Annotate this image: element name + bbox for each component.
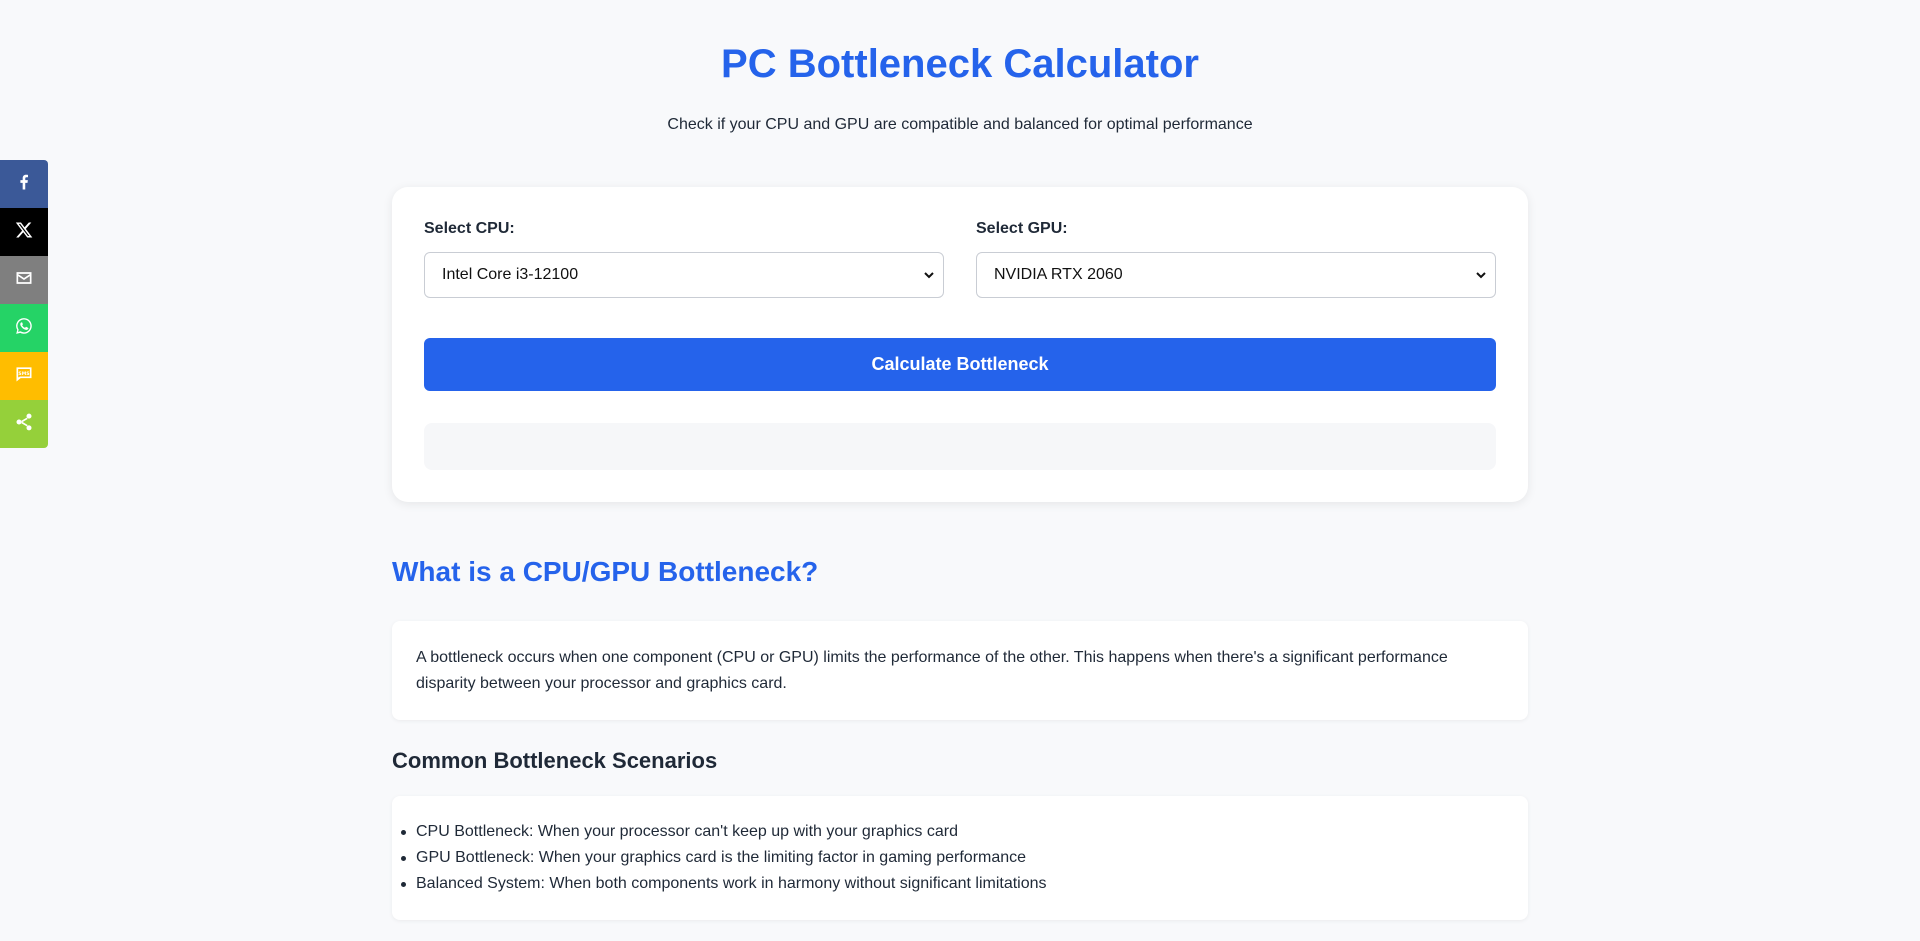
sms-share-button[interactable]: SMS bbox=[0, 352, 48, 400]
scenarios-list: CPU Bottleneck: When your processor can'… bbox=[401, 819, 1504, 897]
cpu-label: Select CPU: bbox=[424, 220, 515, 237]
email-icon bbox=[14, 268, 34, 293]
chevron-down-icon bbox=[1475, 269, 1487, 281]
email-share-button[interactable] bbox=[0, 256, 48, 304]
share-icon bbox=[14, 412, 34, 437]
list-item: Balanced System: When both components wo… bbox=[401, 871, 1504, 897]
section-heading: What is a CPU/GPU Bottleneck? bbox=[392, 556, 819, 587]
gpu-select[interactable]: NVIDIA RTX 2060 bbox=[976, 252, 1496, 298]
scenarios-card: CPU Bottleneck: When your processor can'… bbox=[392, 796, 1528, 920]
whatsapp-share-button[interactable] bbox=[0, 304, 48, 352]
gpu-select-value: NVIDIA RTX 2060 bbox=[994, 266, 1123, 283]
list-item: CPU Bottleneck: When your processor can'… bbox=[401, 819, 1504, 845]
whatsapp-icon bbox=[14, 316, 34, 341]
chevron-down-icon bbox=[923, 269, 935, 281]
cpu-field: Select CPU: Intel Core i3-12100 bbox=[424, 219, 944, 298]
share-button[interactable] bbox=[0, 400, 48, 448]
result-box bbox=[424, 423, 1496, 470]
info-card: A bottleneck occurs when one component (… bbox=[392, 621, 1528, 720]
facebook-icon bbox=[14, 172, 34, 197]
calculate-bottleneck-button[interactable]: Calculate Bottleneck bbox=[424, 338, 1496, 391]
info-text-line: A bottleneck occurs when one component (… bbox=[416, 649, 1448, 666]
sms-icon: SMS bbox=[14, 364, 34, 389]
facebook-share-button[interactable] bbox=[0, 160, 48, 208]
x-icon bbox=[14, 220, 34, 245]
cpu-select[interactable]: Intel Core i3-12100 bbox=[424, 252, 944, 298]
page-subtitle: Check if your CPU and GPU are compatible… bbox=[667, 116, 1253, 133]
page-title: PC Bottleneck Calculator bbox=[721, 42, 1199, 86]
info-text: A bottleneck occurs when one component (… bbox=[416, 645, 1504, 697]
main-container: PC Bottleneck Calculator Check if your C… bbox=[392, 0, 1528, 920]
gpu-label: Select GPU: bbox=[976, 220, 1068, 237]
svg-text:SMS: SMS bbox=[18, 371, 29, 377]
info-text-line: disparity between your processor and gra… bbox=[416, 675, 787, 692]
cpu-select-value: Intel Core i3-12100 bbox=[442, 266, 579, 283]
x-share-button[interactable] bbox=[0, 208, 48, 256]
gpu-field: Select GPU: NVIDIA RTX 2060 bbox=[976, 219, 1496, 298]
calculator-card: Select CPU: Intel Core i3-12100 Select G… bbox=[392, 187, 1528, 502]
scenarios-heading: Common Bottleneck Scenarios bbox=[392, 748, 718, 773]
share-bar: SMS bbox=[0, 160, 48, 448]
list-item: GPU Bottleneck: When your graphics card … bbox=[401, 845, 1504, 871]
